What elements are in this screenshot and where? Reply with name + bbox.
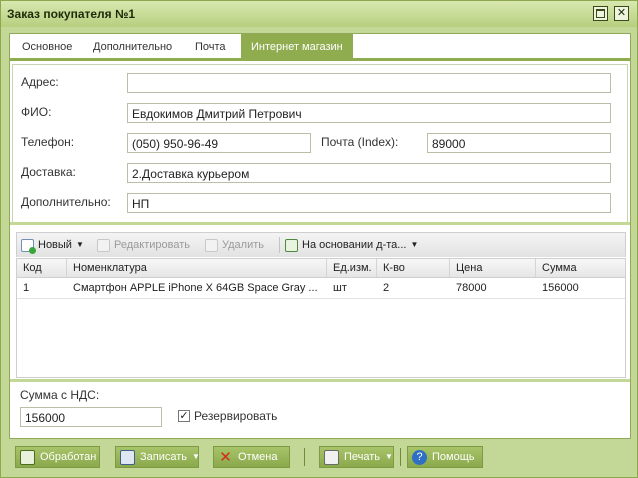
column-header-nomenclature[interactable]: Номенклатура xyxy=(67,259,327,277)
footer-separator xyxy=(400,448,401,466)
content-panel: Основное Дополнительно Почта Интернет ма… xyxy=(9,33,631,439)
extra-label: Дополнительно: xyxy=(21,195,111,209)
maximize-icon[interactable] xyxy=(593,6,608,21)
title-bar[interactable]: Заказ покупателя №1 ✕ xyxy=(1,1,637,27)
table-row[interactable]: 1 Смартфон APPLE iPhone X 64GB Space Gra… xyxy=(17,278,625,299)
cell-nomenclature: Смартфон APPLE iPhone X 64GB Space Gray … xyxy=(73,282,318,294)
printer-icon xyxy=(324,449,339,465)
cell-price: 78000 xyxy=(456,282,487,294)
chevron-down-icon: ▼ xyxy=(385,452,393,461)
address-field[interactable] xyxy=(127,73,611,93)
new-label: Новый xyxy=(38,239,72,251)
tab-mail[interactable]: Почта xyxy=(185,34,236,58)
column-header-quantity[interactable]: К-во xyxy=(377,259,450,277)
based-on-label: На основании д-та... xyxy=(302,239,407,251)
cancel-icon: ✕ xyxy=(219,448,232,466)
reserve-label: Резервировать xyxy=(194,409,278,423)
section-divider xyxy=(10,222,630,225)
summary-panel: Сумма с НДС: 156000 ✓ Резервировать xyxy=(10,379,630,440)
extra-field[interactable]: НП xyxy=(127,193,611,213)
cell-code: 1 xyxy=(23,282,30,294)
toolbar-separator xyxy=(279,237,280,253)
edit-button[interactable]: Редактировать xyxy=(97,233,190,257)
fio-label: ФИО: xyxy=(21,105,52,119)
processed-button[interactable]: Обработан xyxy=(15,446,100,468)
post-index-label: Почта (Index): xyxy=(321,135,399,149)
column-header-unit[interactable]: Ед.изм. xyxy=(327,259,377,277)
column-header-code[interactable]: Код xyxy=(17,259,67,277)
new-button[interactable]: Новый ▼ xyxy=(21,233,84,257)
disk-check-icon xyxy=(20,449,35,465)
cell-sum: 156000 xyxy=(542,282,579,294)
close-icon[interactable]: ✕ xyxy=(614,6,629,21)
tab-additional[interactable]: Дополнительно xyxy=(83,34,182,58)
order-window: Заказ покупателя №1 ✕ Основное Дополните… xyxy=(0,0,638,478)
delivery-field[interactable]: 2.Доставка курьером xyxy=(127,163,611,183)
edit-icon xyxy=(97,238,110,252)
vat-sum-field[interactable]: 156000 xyxy=(20,407,162,427)
chevron-down-icon: ▼ xyxy=(192,452,200,461)
delivery-label: Доставка: xyxy=(21,165,76,179)
reserve-checkbox[interactable]: ✓ xyxy=(178,410,190,422)
print-label: Печать xyxy=(344,451,381,463)
help-button[interactable]: ? Помощь xyxy=(407,446,483,468)
vat-sum-label: Сумма с НДС: xyxy=(20,388,100,402)
column-header-price[interactable]: Цена xyxy=(450,259,536,277)
save-icon xyxy=(120,449,135,465)
help-label: Помощь xyxy=(432,451,475,463)
chevron-down-icon: ▼ xyxy=(75,240,84,249)
column-header-sum[interactable]: Сумма xyxy=(536,259,625,277)
tab-bar: Основное Дополнительно Почта Интернет ма… xyxy=(10,34,630,61)
help-icon: ? xyxy=(412,449,427,465)
document-chart-icon xyxy=(285,238,298,252)
cancel-button[interactable]: ✕ Отмена xyxy=(213,446,290,468)
window-title: Заказ покупателя №1 xyxy=(7,7,136,21)
delete-label: Удалить xyxy=(222,239,264,251)
items-table: Код Номенклатура Ед.изм. К-во Цена Сумма… xyxy=(16,258,626,378)
based-on-button[interactable]: На основании д-та... ▼ xyxy=(285,233,418,257)
tab-main[interactable]: Основное xyxy=(12,34,82,58)
phone-label: Телефон: xyxy=(21,135,75,149)
footer-separator xyxy=(304,448,305,466)
items-toolbar: Новый ▼ Редактировать Удалить На основан… xyxy=(16,232,626,257)
chevron-down-icon: ▼ xyxy=(410,240,419,249)
print-button[interactable]: Печать ▼ xyxy=(319,446,394,468)
delete-icon xyxy=(205,238,218,252)
post-index-field[interactable]: 89000 xyxy=(427,133,611,153)
table-header: Код Номенклатура Ед.изм. К-во Цена Сумма xyxy=(17,259,625,278)
cell-unit: шт xyxy=(333,282,347,294)
cancel-label: Отмена xyxy=(238,451,278,463)
new-document-icon xyxy=(21,238,36,254)
address-label: Адрес: xyxy=(21,75,59,89)
edit-label: Редактировать xyxy=(114,239,190,251)
save-label: Записать xyxy=(140,451,188,463)
fio-field[interactable]: Евдокимов Дмитрий Петрович xyxy=(127,103,611,123)
phone-field[interactable]: (050) 950-96-49 xyxy=(127,133,311,153)
tab-online-store[interactable]: Интернет магазин xyxy=(241,34,353,58)
checkmark-icon: ✓ xyxy=(179,410,189,422)
online-store-form: Адрес: ФИО: Евдокимов Дмитрий Петрович Т… xyxy=(12,64,628,223)
save-button[interactable]: Записать ▼ xyxy=(115,446,200,468)
delete-button[interactable]: Удалить xyxy=(205,233,264,257)
processed-label: Обработан xyxy=(40,451,97,463)
cell-quantity: 2 xyxy=(383,282,390,294)
